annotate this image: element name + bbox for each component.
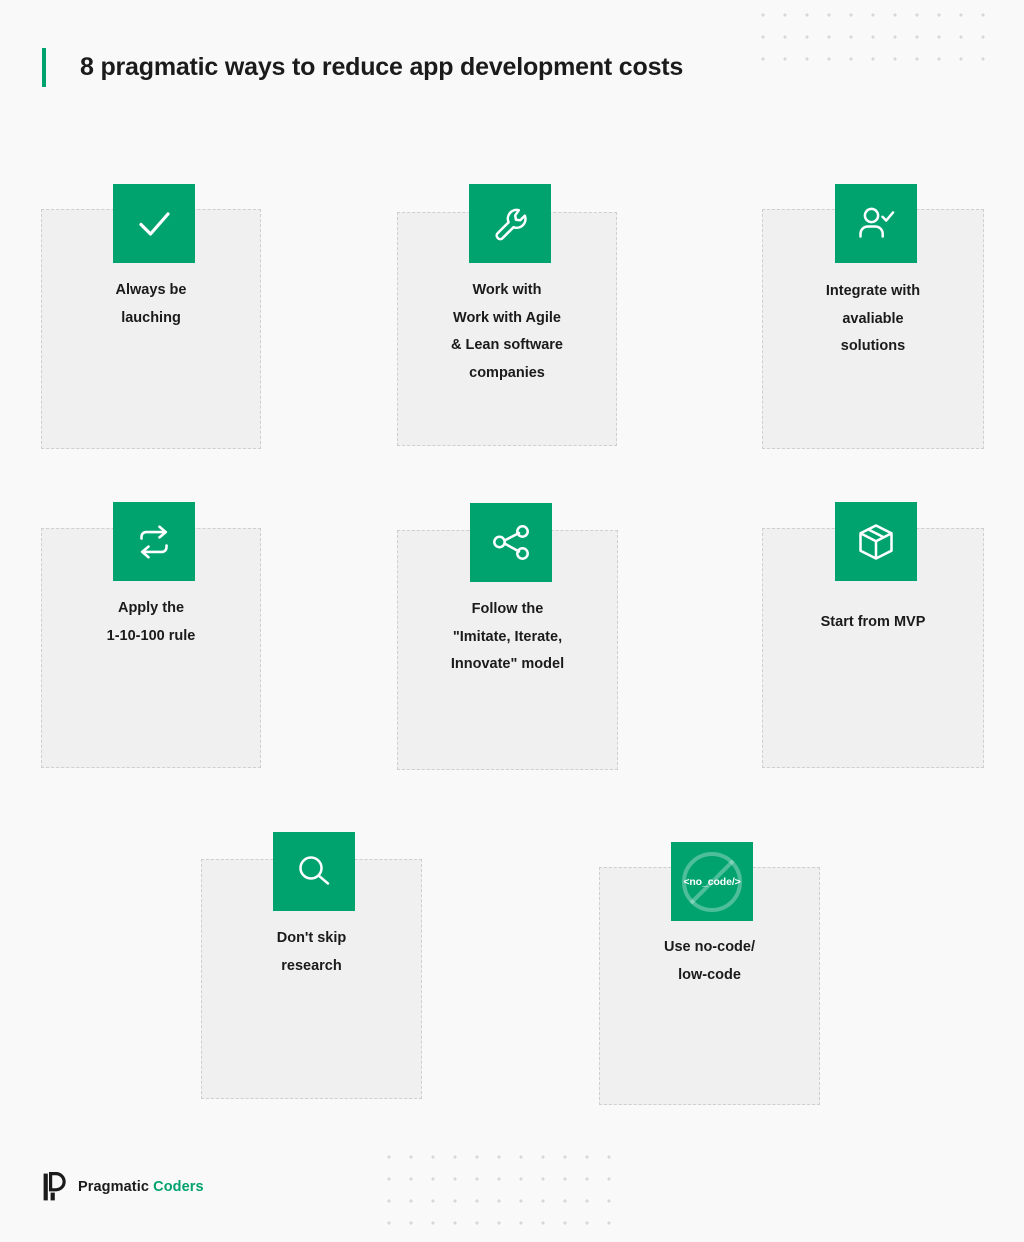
- tip-card-label: Work with Work with Agile & Lean softwar…: [451, 282, 563, 381]
- magnifier-icon: [299, 855, 330, 885]
- title-accent-bar: [42, 48, 46, 87]
- tip-card-label: Use no-code/ low-code: [663, 939, 756, 983]
- decorative-dot-grid-top: [748, 0, 992, 78]
- brand-name-primary: Pragmatic: [78, 1179, 154, 1195]
- icon-tile-check: [113, 184, 195, 263]
- tip-card-label: Don't skip research: [276, 930, 347, 974]
- brand-name: Pragmatic Coders: [78, 1179, 204, 1195]
- brand-name-secondary: Coders: [153, 1179, 204, 1195]
- icon-tile-share-nodes: [470, 503, 552, 582]
- repeat-icon: [140, 525, 168, 558]
- wrench-icon: [495, 208, 527, 240]
- tip-card-label: Follow the "Imitate, Iterate, Innovate" …: [450, 601, 565, 673]
- share-nodes-icon: [493, 524, 529, 560]
- page-title: 8 pragmatic ways to reduce app developme…: [80, 53, 684, 81]
- icon-tile-wrench: [469, 184, 551, 263]
- tip-card-label: Start from MVP: [820, 614, 926, 630]
- tip-card-label: Always be lauching: [115, 282, 187, 326]
- no-code-icon: <no_code/>: [671, 842, 753, 921]
- footer-brand-logo: Pragmatic Coders: [42, 1172, 204, 1202]
- box-icon: [859, 523, 893, 560]
- decorative-dot-grid-bottom: [374, 1142, 618, 1242]
- icon-tile-no-code: <no_code/>: [671, 842, 753, 921]
- icon-tile-repeat: [113, 502, 195, 581]
- user-check-icon: [859, 207, 895, 238]
- tip-card-label: Integrate with avaliable solutions: [825, 283, 921, 355]
- page-header: 8 pragmatic ways to reduce app developme…: [42, 48, 683, 87]
- no-code-icon-label: <no_code/>: [683, 875, 741, 888]
- check-icon: [139, 211, 170, 236]
- icon-tile-box: [835, 502, 917, 581]
- pragmatic-coders-logo-icon: [43, 1172, 66, 1201]
- icon-tile-magnifier: [273, 832, 355, 911]
- tip-card-label: Apply the 1-10-100 rule: [106, 600, 196, 644]
- icon-tile-user-check: [835, 184, 917, 263]
